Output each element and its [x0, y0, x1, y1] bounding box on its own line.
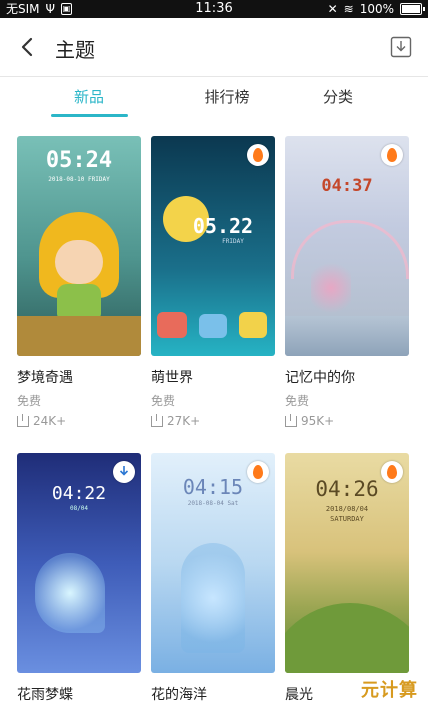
- mute-icon: ✕: [327, 2, 338, 16]
- thumb-date: FRIDAY: [222, 238, 244, 245]
- fence-art: [17, 316, 141, 356]
- status-right: ✕ ≋ 100%: [327, 0, 425, 18]
- download-count: 27K+: [151, 413, 201, 428]
- thumb-clock: 04:37: [321, 176, 373, 196]
- status-bar: 无SIM Ψ ▣ 11:36 ✕ ≋ 100%: [0, 0, 428, 18]
- theme-price: 免费: [17, 394, 42, 408]
- flower-art: [181, 543, 245, 653]
- theme-thumbnail[interactable]: 04:22 08/04: [17, 453, 141, 673]
- thumb-clock: 04:26: [315, 477, 379, 501]
- theme-price: 免费: [285, 394, 310, 408]
- flame-icon: [387, 148, 397, 162]
- tree-art: [311, 258, 351, 318]
- download-arrow-icon: [119, 466, 129, 476]
- thumb-weekday: SATURDAY: [330, 515, 364, 523]
- thumb-date: 08/04: [69, 505, 89, 512]
- phone-toy-art: [157, 312, 187, 338]
- theme-thumbnail[interactable]: 05.22 FRIDAY: [151, 136, 275, 356]
- thumb-date: 2018/08/04: [325, 505, 369, 513]
- app-header: 主题: [0, 18, 428, 76]
- download-count: 24K+: [17, 413, 67, 428]
- hot-badge: [247, 144, 269, 166]
- header-divider: [0, 76, 428, 77]
- tab-ranking[interactable]: 排行榜: [177, 86, 277, 107]
- battery-icon: [400, 3, 425, 15]
- hot-badge: [381, 144, 403, 166]
- page-title: 主题: [55, 38, 95, 62]
- thumb-clock: 04:15: [182, 475, 244, 499]
- theme-thumbnail[interactable]: 04:37: [285, 136, 409, 356]
- theme-name: 花雨梦蝶: [17, 687, 73, 703]
- thumb-clock: 05.22: [192, 214, 254, 238]
- theme-name: 花的海洋: [151, 687, 207, 703]
- character-face: [55, 240, 103, 284]
- back-arrow-icon[interactable]: [18, 36, 38, 58]
- watermark: 元计算: [361, 680, 418, 701]
- theme-name: 梦境奇遇: [17, 370, 73, 386]
- theme-thumbnail[interactable]: 04:26 2018/08/04 SATURDAY: [285, 453, 409, 673]
- battery-percent: 100%: [359, 2, 394, 16]
- tab-category[interactable]: 分类: [288, 86, 388, 107]
- download-count-value: 95K+: [301, 414, 335, 428]
- tab-bar: 新品 排行榜 分类: [0, 78, 428, 118]
- download-icon[interactable]: [390, 36, 412, 58]
- thumb-clock: 04:22: [51, 483, 107, 504]
- character-body: [57, 284, 101, 318]
- thumb-clock: 05:24: [45, 148, 113, 173]
- download-small-icon: [17, 413, 29, 427]
- flame-icon: [253, 148, 263, 162]
- camera-toy-art: [199, 314, 227, 338]
- download-small-icon: [151, 413, 163, 427]
- bag-toy-art: [239, 312, 267, 338]
- download-count-value: 27K+: [167, 414, 201, 428]
- theme-name: 记忆中的你: [285, 370, 355, 386]
- download-count-value: 24K+: [33, 414, 67, 428]
- wifi-icon: ≋: [343, 2, 354, 16]
- theme-name: 晨光: [285, 687, 313, 703]
- theme-thumbnail[interactable]: 04:15 2018-08-04 Sat: [151, 453, 275, 673]
- hill-art: [285, 603, 409, 673]
- download-badge: [113, 461, 135, 483]
- download-small-icon: [285, 413, 297, 427]
- tab-indicator: [51, 114, 128, 117]
- battery-fill: [402, 5, 420, 13]
- theme-name: 萌世界: [151, 370, 193, 386]
- water-art: [285, 316, 409, 356]
- theme-thumbnail[interactable]: 05:24 2018-08-10 FRIDAY: [17, 136, 141, 356]
- thumb-date: 2018-08-04 Sat: [187, 500, 239, 507]
- thumb-date: 2018-08-10 FRIDAY: [48, 176, 110, 183]
- tab-new[interactable]: 新品: [39, 86, 139, 107]
- flower-art: [35, 553, 105, 633]
- theme-price: 免费: [151, 394, 176, 408]
- download-count: 95K+: [285, 413, 335, 428]
